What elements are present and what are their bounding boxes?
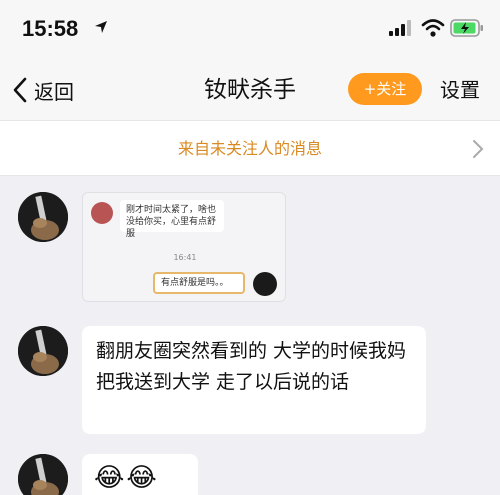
thumbnail-avatar <box>91 202 113 224</box>
thumbnail-outgoing-bubble: 有点舒服是吗。。 <box>153 272 245 294</box>
thumbnail-time: 16:41 <box>173 253 197 262</box>
avatar-image <box>18 192 68 242</box>
avatar[interactable] <box>18 192 68 242</box>
status-time: 15:58 <box>22 16 79 41</box>
back-button[interactable]: 返回 <box>12 72 74 108</box>
top-bar: 15:58 返回 钕畎杀手 +关注 设置 <box>0 0 500 120</box>
text-message-bubble[interactable]: 翻朋友圈突然看到的 大学的时候我妈把我送到大学 走了以后说的话 <box>82 326 426 434</box>
location-arrow-icon <box>95 21 107 33</box>
avatar-image <box>18 326 68 376</box>
avatar[interactable] <box>18 326 68 376</box>
cellular-signal-icon <box>389 20 411 36</box>
image-message[interactable]: 刚才时间太紧了，啥也没给你买，心里有点舒服 16:41 有点舒服是吗。。 <box>82 192 286 302</box>
unfollowed-messages-banner[interactable]: 来自未关注人的消息 <box>0 120 500 176</box>
follow-button[interactable]: +关注 <box>348 73 422 105</box>
wifi-icon <box>421 19 445 37</box>
avatar-image <box>18 454 68 495</box>
thumbnail-incoming-bubble: 刚才时间太紧了，啥也没给你买，心里有点舒服 <box>120 200 224 239</box>
status-bar: 15:58 <box>0 0 500 60</box>
settings-button[interactable]: 设置 <box>440 72 480 108</box>
banner-text: 来自未关注人的消息 <box>177 139 322 158</box>
chevron-right-icon <box>473 140 484 158</box>
avatar[interactable] <box>18 454 68 495</box>
chevron-left-icon <box>13 77 27 103</box>
thumbnail-avatar <box>253 272 277 296</box>
chat-title: 钕畎杀手 <box>204 77 296 103</box>
emoji-message-bubble[interactable]: 😂😂😂 <box>82 454 198 495</box>
back-label: 返回 <box>34 79 74 104</box>
battery-charging-icon <box>450 19 483 37</box>
